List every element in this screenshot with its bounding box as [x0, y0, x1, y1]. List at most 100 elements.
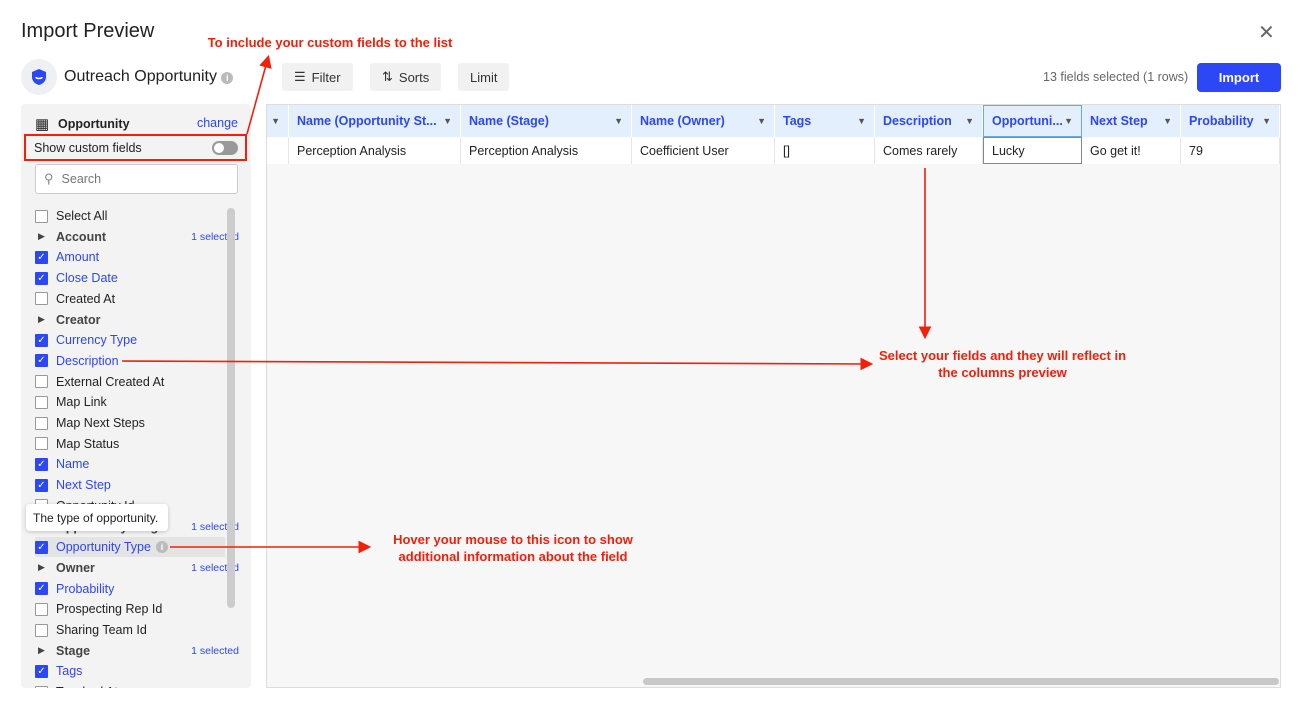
search-input[interactable]	[61, 172, 212, 186]
checkbox[interactable]: ✓	[35, 478, 48, 492]
horizontal-scrollbar[interactable]	[643, 678, 1279, 685]
checkbox[interactable]	[35, 437, 48, 451]
table-cell[interactable]: Coefficient User	[632, 137, 775, 164]
column-header[interactable]: ▼	[267, 105, 289, 137]
checkbox[interactable]: ✓	[35, 354, 48, 368]
checkbox[interactable]: ✓	[35, 664, 48, 678]
field-item[interactable]: ✓ Probability	[35, 579, 225, 599]
column-header[interactable]: Opportuni... ▼	[983, 105, 1082, 137]
search-icon: ⚲	[44, 171, 54, 186]
checkbox[interactable]: ✓	[35, 457, 48, 471]
dropdown-icon[interactable]: ▼	[443, 116, 452, 126]
caret-right-icon[interactable]: ▶	[35, 645, 48, 656]
scrollbar[interactable]	[227, 208, 235, 608]
dropdown-icon[interactable]: ▼	[271, 116, 280, 126]
dropdown-icon[interactable]: ▼	[757, 116, 766, 126]
field-group[interactable]: ▶ Owner 1 selected	[35, 558, 239, 578]
sort-icon: ⇅	[382, 69, 393, 84]
field-label: Map Link	[56, 395, 107, 410]
field-item[interactable]: ✓ Amount	[35, 247, 225, 267]
field-item[interactable]: Select All	[35, 206, 225, 226]
field-item[interactable]: ✓ Tags	[35, 661, 225, 681]
table-cell[interactable]: 79	[1181, 137, 1280, 164]
dropdown-icon[interactable]: ▼	[1163, 116, 1172, 126]
column-header[interactable]: Name (Opportunity St... ▼	[289, 105, 461, 137]
caret-right-icon[interactable]: ▶	[35, 562, 48, 573]
field-label: Amount	[56, 250, 100, 265]
field-item[interactable]: Map Link	[35, 392, 225, 412]
field-item[interactable]: ✓ Name	[35, 454, 225, 474]
dropdown-icon[interactable]: ▼	[1262, 116, 1271, 126]
checkbox[interactable]: ✓	[35, 250, 48, 264]
field-label: Map Next Steps	[56, 416, 145, 430]
checkbox[interactable]	[35, 602, 48, 616]
annotation-select: Select your fields and they will reflect…	[878, 348, 1127, 380]
filter-label: Filter	[311, 69, 341, 85]
field-item[interactable]: ✓ Close Date	[35, 268, 225, 288]
checkbox[interactable]	[35, 375, 48, 389]
column-header[interactable]: Probability ▼	[1181, 105, 1280, 137]
field-item[interactable]: ✓ Currency Type	[35, 330, 225, 350]
filter-button[interactable]: ☰ Filter	[282, 63, 353, 91]
sorts-label: Sorts	[398, 69, 430, 85]
field-item[interactable]: Map Status	[35, 434, 225, 454]
checkbox[interactable]	[35, 623, 48, 637]
search-box[interactable]: ⚲	[35, 164, 238, 194]
field-item[interactable]: Touched At	[35, 682, 225, 688]
checkbox[interactable]: ✓	[35, 333, 48, 347]
dropdown-icon[interactable]: ▼	[1064, 116, 1073, 126]
field-item[interactable]: Sharing Team Id	[35, 620, 225, 640]
field-group[interactable]: ▶ Creator	[35, 310, 225, 330]
field-group[interactable]: ▶ Account 1 selected	[35, 227, 239, 247]
field-label: Tags	[56, 664, 83, 679]
change-link[interactable]: change	[197, 116, 238, 130]
field-item[interactable]: ✓ Description	[35, 351, 225, 371]
field-label: Select All	[56, 209, 108, 223]
field-label: Creator	[56, 312, 101, 327]
field-group[interactable]: ▶ Stage 1 selected	[35, 641, 239, 661]
dialog-title: Import Preview	[21, 20, 155, 42]
preview-grid: ▼ Name (Opportunity St... ▼ Perception Anal…	[266, 104, 1281, 688]
info-icon[interactable]: i	[155, 541, 168, 554]
checkbox[interactable]: ✓	[35, 271, 48, 285]
field-item[interactable]: ✓ Next Step	[35, 475, 225, 495]
custom-fields-toggle[interactable]	[212, 141, 238, 155]
table-cell[interactable]: Go get it!	[1082, 137, 1181, 164]
info-icon[interactable]: i	[221, 72, 234, 84]
checkbox[interactable]	[35, 395, 48, 409]
close-icon[interactable]: ✕	[1258, 20, 1275, 45]
field-item[interactable]: Created At	[35, 289, 225, 309]
dropdown-icon[interactable]: ▼	[965, 116, 974, 126]
caret-right-icon[interactable]: ▶	[35, 231, 48, 242]
checkbox[interactable]	[35, 292, 48, 306]
field-label: Next Step	[56, 478, 111, 493]
dropdown-icon[interactable]: ▼	[614, 116, 623, 126]
table-cell[interactable]: Comes rarely	[875, 137, 983, 164]
checkbox[interactable]: ✓	[35, 540, 48, 554]
checkbox[interactable]: ✓	[35, 582, 48, 596]
table-cell[interactable]: Lucky	[983, 137, 1082, 164]
field-item[interactable]: ✓ Opportunity Type i	[35, 537, 225, 558]
checkbox[interactable]	[35, 416, 48, 430]
column-header[interactable]: Name (Owner) ▼	[632, 105, 775, 137]
column-header[interactable]: Tags ▼	[775, 105, 875, 137]
table-cell[interactable]: Perception Analysis	[289, 137, 461, 164]
field-item[interactable]: Map Next Steps	[35, 413, 225, 433]
table-cell[interactable]: Perception Analysis	[461, 137, 632, 164]
caret-right-icon[interactable]: ▶	[35, 314, 48, 325]
field-item[interactable]: Prospecting Rep Id	[35, 599, 225, 619]
checkbox[interactable]	[35, 685, 48, 688]
column-title: Name (Opportunity St...	[297, 114, 437, 128]
column-header[interactable]: Next Step ▼	[1082, 105, 1181, 137]
dropdown-icon[interactable]: ▼	[857, 116, 866, 126]
sorts-button[interactable]: ⇅ Sorts	[370, 63, 442, 91]
checkbox[interactable]	[35, 209, 48, 223]
column-header[interactable]: Name (Stage) ▼	[461, 105, 632, 137]
table-cell[interactable]: []	[775, 137, 875, 164]
object-name: Opportunity	[58, 117, 130, 131]
field-item[interactable]: External Created At	[35, 372, 225, 392]
table-cell[interactable]	[267, 137, 289, 164]
limit-button[interactable]: Limit	[458, 63, 510, 91]
column-header[interactable]: Description ▼	[875, 105, 983, 137]
import-button[interactable]: Import	[1197, 63, 1281, 92]
